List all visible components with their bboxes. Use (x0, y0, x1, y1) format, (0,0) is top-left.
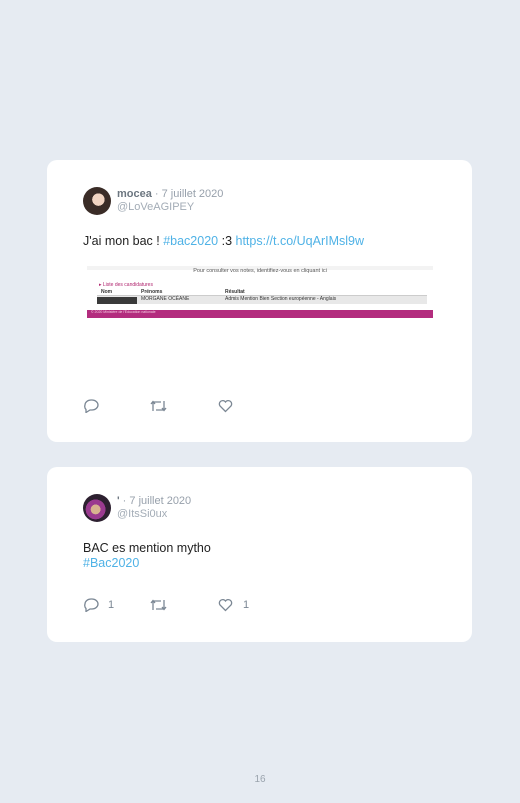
media-list-label-text: Liste des candidatures (102, 282, 153, 288)
tweet-text: BAC es mention mytho #Bac2020 (83, 541, 211, 571)
hashtag-link[interactable]: #Bac2020 (83, 556, 211, 571)
hashtag-link[interactable]: #bac2020 (163, 234, 218, 248)
media-notice: Pour consulter vos notes, identifiez-vou… (193, 268, 327, 274)
media-cell-prenoms: MORGANE OCÉANE (141, 296, 190, 302)
heart-icon (218, 598, 233, 612)
media-footer-text: © 2020 Ministère de l'Éducation national… (91, 310, 156, 314)
author-name[interactable]: mocea (117, 188, 152, 200)
retweet-icon (150, 400, 167, 412)
media-table-row: MORGANE OCÉANE Admis Mention Bien Sectio… (97, 296, 427, 304)
author-handle[interactable]: @LoVeAGIPEY (117, 201, 223, 214)
tweet-date: · 7 juillet 2020 (119, 495, 192, 507)
tweet-media-image[interactable]: Pour consulter vos notes, identifiez-vou… (87, 266, 433, 320)
media-header-resultat: Résultat (225, 289, 245, 295)
page-number: 16 (254, 774, 266, 785)
redacted-name (97, 297, 137, 304)
tweet-text-mid: :3 (218, 234, 236, 248)
reply-icon (84, 399, 99, 413)
like-count: 1 (243, 599, 250, 611)
media-footer: © 2020 Ministère de l'Éducation national… (87, 310, 433, 318)
tweet-date: · 7 juillet 2020 (151, 188, 224, 200)
tweet-text-plain: J'ai mon bac ! (83, 234, 164, 248)
reply-count: 1 (108, 599, 115, 611)
avatar[interactable] (83, 494, 111, 522)
tweet-text-plain: BAC es mention mytho (83, 541, 211, 555)
heart-icon (218, 399, 233, 413)
media-header-prenoms: Prénoms (141, 289, 163, 295)
avatar[interactable] (83, 187, 111, 215)
author-handle[interactable]: @ItsSi0ux (117, 508, 191, 521)
retweet-icon (150, 599, 167, 611)
tweet-text: J'ai mon bac ! #bac2020 :3 https://t.co/… (83, 234, 364, 249)
media-list-label: ▸ Liste des candidatures (99, 282, 153, 288)
tweet-card: ' · 7 juillet 2020 @ItsSi0ux BAC es ment… (47, 467, 472, 642)
media-cell-resultat: Admis Mention Bien Section européenne - … (225, 296, 337, 302)
media-header-nom: Nom (101, 289, 113, 295)
tweet-card: mocea · 7 juillet 2020 @LoVeAGIPEY J'ai … (47, 160, 472, 442)
reply-icon (84, 598, 99, 612)
url-link[interactable]: https://t.co/UqArIMsl9w (236, 234, 365, 248)
media-table-header: Nom Prénoms Résultat (97, 289, 427, 296)
